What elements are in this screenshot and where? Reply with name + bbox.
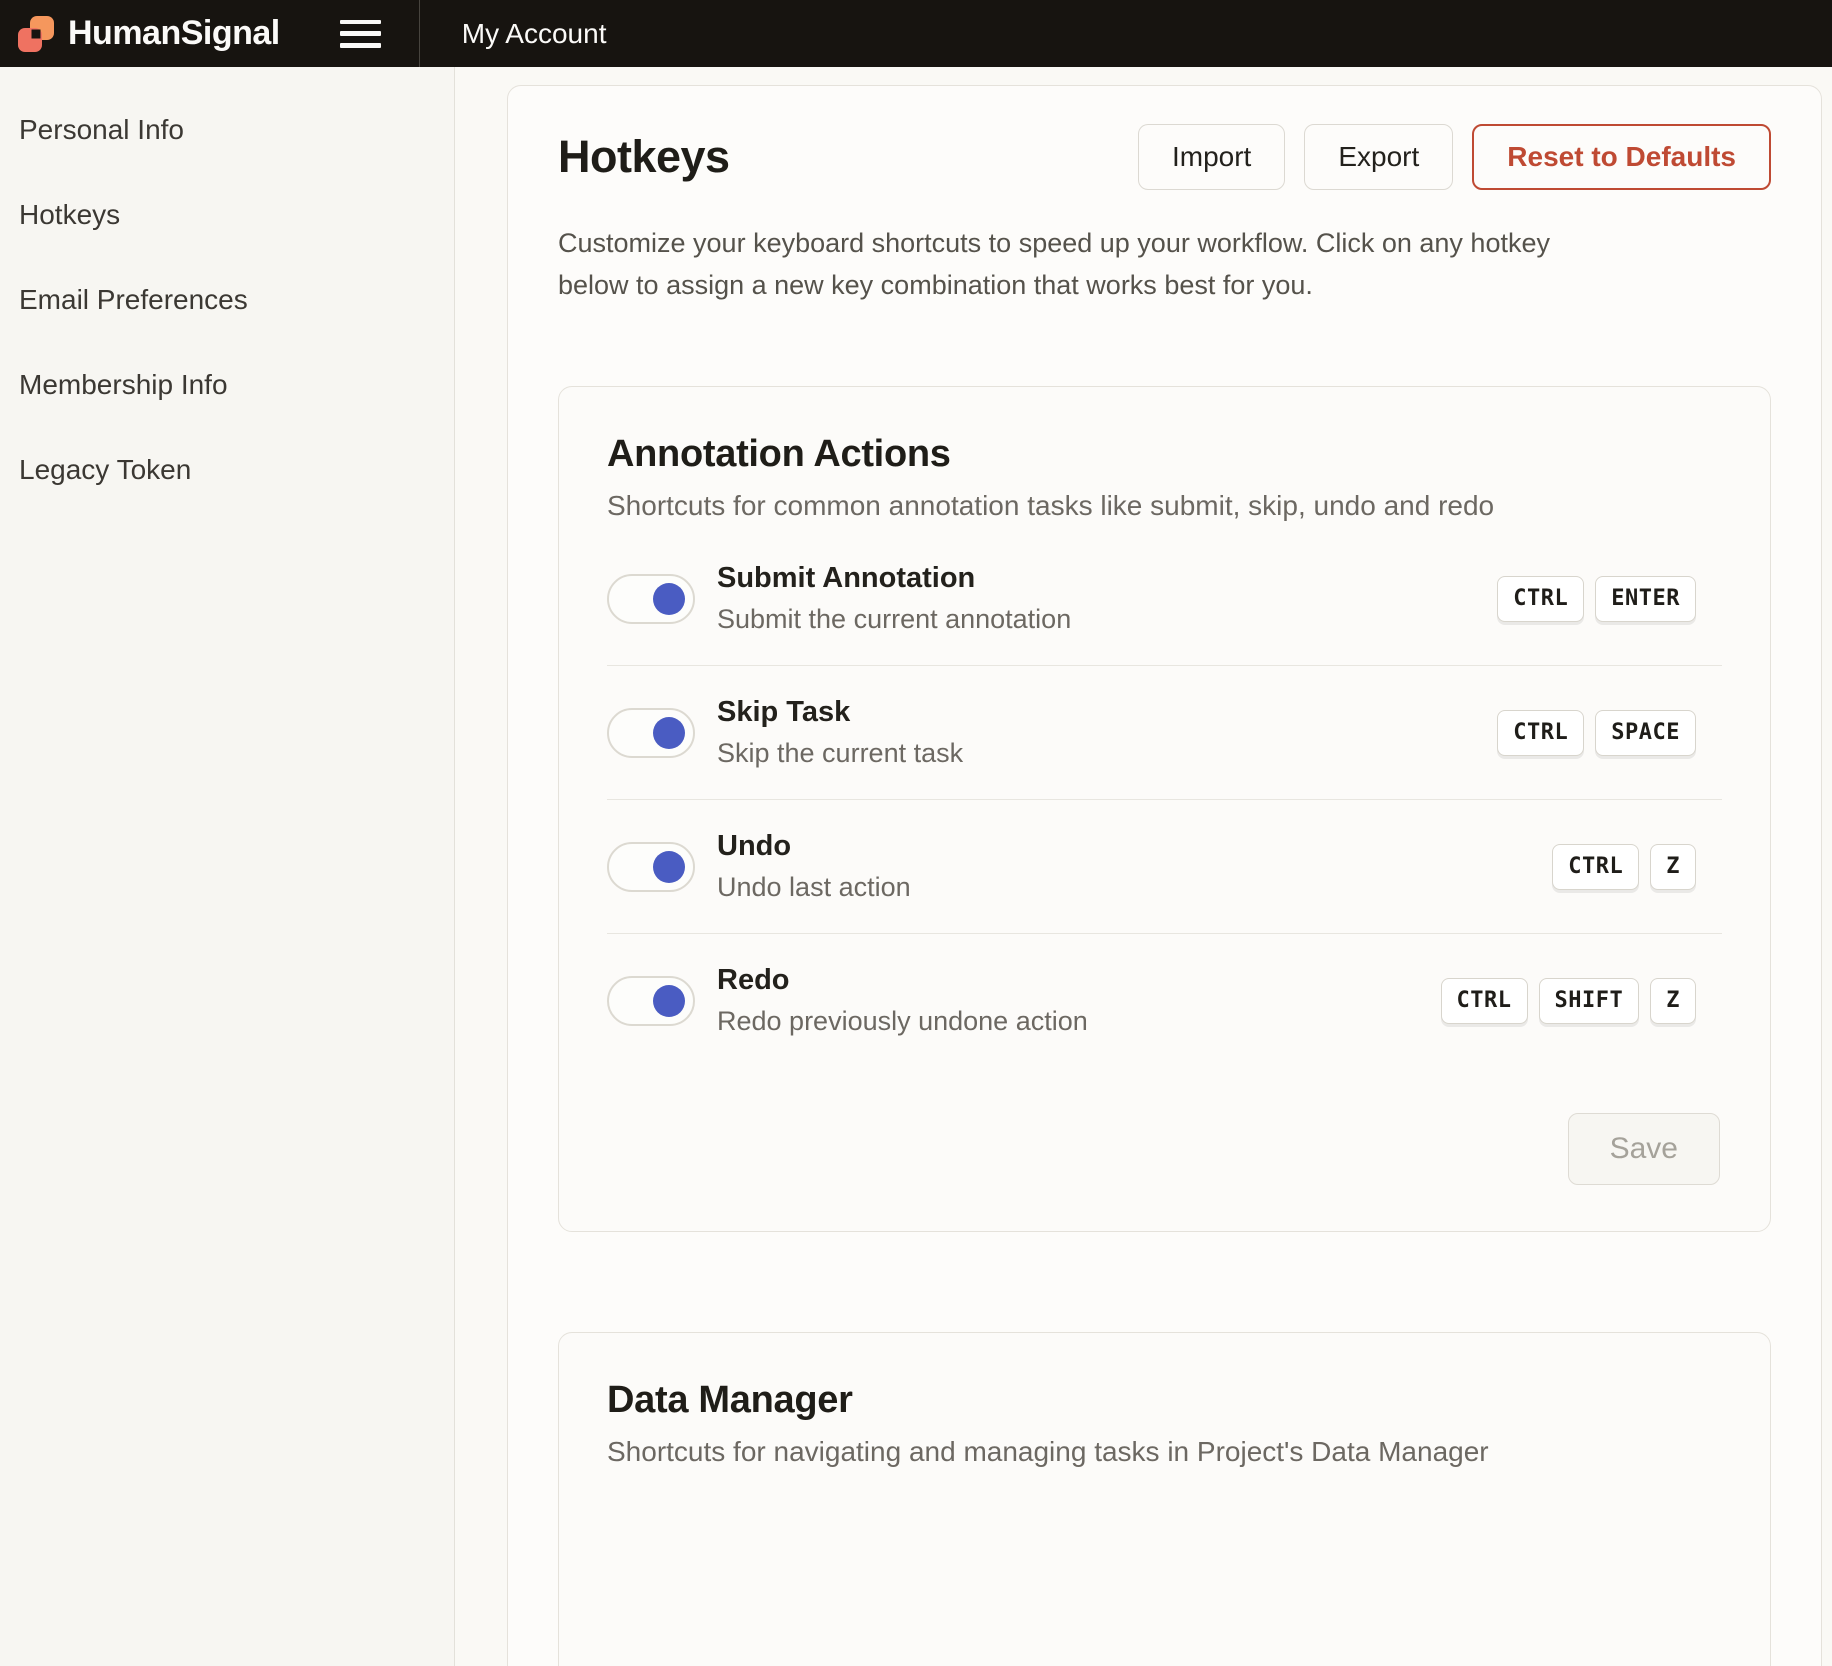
hotkey-row-text: Skip Task Skip the current task (717, 696, 963, 769)
hotkey-row-text: Submit Annotation Submit the current ann… (717, 562, 1071, 635)
hotkey-key-combo: CTRL Z (1552, 844, 1696, 890)
hotkeys-header-actions: Import Export Reset to Defaults (1138, 124, 1771, 190)
hotkey-rows: Submit Annotation Submit the current ann… (607, 532, 1722, 1067)
hotkey-description: Undo last action (717, 872, 911, 903)
sidebar-item-legacy-token[interactable]: Legacy Token (0, 427, 454, 512)
brand-name: HumanSignal (68, 14, 280, 53)
data-manager-subtitle: Shortcuts for navigating and managing ta… (607, 1436, 1722, 1468)
keycap-z[interactable]: Z (1650, 978, 1696, 1024)
hotkey-row-skip-task: Skip Task Skip the current task CTRL SPA… (607, 665, 1722, 799)
save-button[interactable]: Save (1568, 1113, 1720, 1185)
keycap-ctrl[interactable]: CTRL (1497, 576, 1584, 622)
hotkey-title: Redo (717, 964, 1088, 997)
toggle-knob (653, 985, 685, 1017)
sidebar-item-email-preferences[interactable]: Email Preferences (0, 257, 454, 342)
hotkey-description: Redo previously undone action (717, 1006, 1088, 1037)
keycap-space[interactable]: SPACE (1595, 710, 1696, 756)
skip-task-toggle[interactable] (607, 708, 695, 758)
hotkeys-description: Customize your keyboard shortcuts to spe… (558, 222, 1613, 306)
hotkey-title: Submit Annotation (717, 562, 1071, 595)
hotkey-row-submit-annotation: Submit Annotation Submit the current ann… (607, 532, 1722, 665)
toggle-knob (653, 583, 685, 615)
topbar-divider (419, 0, 420, 67)
menu-hamburger-icon[interactable] (340, 20, 381, 48)
keycap-ctrl[interactable]: CTRL (1441, 978, 1528, 1024)
humansignal-logo-icon (18, 16, 54, 52)
import-button[interactable]: Import (1138, 124, 1285, 190)
submit-annotation-toggle[interactable] (607, 574, 695, 624)
redo-toggle[interactable] (607, 976, 695, 1026)
hotkey-key-combo: CTRL SPACE (1497, 710, 1696, 756)
hotkey-key-combo: CTRL ENTER (1497, 576, 1696, 622)
hotkey-row-text: Redo Redo previously undone action (717, 964, 1088, 1037)
undo-toggle[interactable] (607, 842, 695, 892)
data-manager-card: Data Manager Shortcuts for navigating an… (558, 1332, 1771, 1666)
data-manager-title: Data Manager (607, 1379, 1722, 1422)
sidebar-item-personal-info[interactable]: Personal Info (0, 87, 454, 172)
annotation-actions-title: Annotation Actions (607, 433, 1722, 476)
annotation-actions-subtitle: Shortcuts for common annotation tasks li… (607, 490, 1722, 522)
keycap-z[interactable]: Z (1650, 844, 1696, 890)
main-content: Hotkeys Import Export Reset to Defaults … (455, 67, 1832, 1666)
hotkey-row-text: Undo Undo last action (717, 830, 911, 903)
page-breadcrumb-title: My Account (462, 18, 607, 50)
keycap-ctrl[interactable]: CTRL (1552, 844, 1639, 890)
sidebar-item-hotkeys[interactable]: Hotkeys (0, 172, 454, 257)
humansignal-logo[interactable]: HumanSignal (0, 14, 280, 53)
hotkey-description: Submit the current annotation (717, 604, 1071, 635)
hotkeys-title: Hotkeys (558, 131, 730, 183)
reset-to-defaults-button[interactable]: Reset to Defaults (1472, 124, 1771, 190)
annotation-actions-card: Annotation Actions Shortcuts for common … (558, 386, 1771, 1232)
hotkey-title: Skip Task (717, 696, 963, 729)
keycap-shift[interactable]: SHIFT (1539, 978, 1640, 1024)
hotkey-key-combo: CTRL SHIFT Z (1441, 978, 1696, 1024)
account-sidebar: Personal Info Hotkeys Email Preferences … (0, 67, 455, 1666)
hotkey-description: Skip the current task (717, 738, 963, 769)
save-row: Save (607, 1113, 1720, 1185)
hotkey-row-redo: Redo Redo previously undone action CTRL … (607, 933, 1722, 1067)
keycap-enter[interactable]: ENTER (1595, 576, 1696, 622)
sidebar-item-membership-info[interactable]: Membership Info (0, 342, 454, 427)
hotkey-title: Undo (717, 830, 911, 863)
export-button[interactable]: Export (1304, 124, 1453, 190)
hotkey-row-undo: Undo Undo last action CTRL Z (607, 799, 1722, 933)
top-bar: HumanSignal My Account (0, 0, 1832, 67)
keycap-ctrl[interactable]: CTRL (1497, 710, 1584, 756)
toggle-knob (653, 717, 685, 749)
hotkeys-panel: Hotkeys Import Export Reset to Defaults … (507, 85, 1822, 1666)
hotkeys-header: Hotkeys Import Export Reset to Defaults (558, 124, 1771, 190)
toggle-knob (653, 851, 685, 883)
